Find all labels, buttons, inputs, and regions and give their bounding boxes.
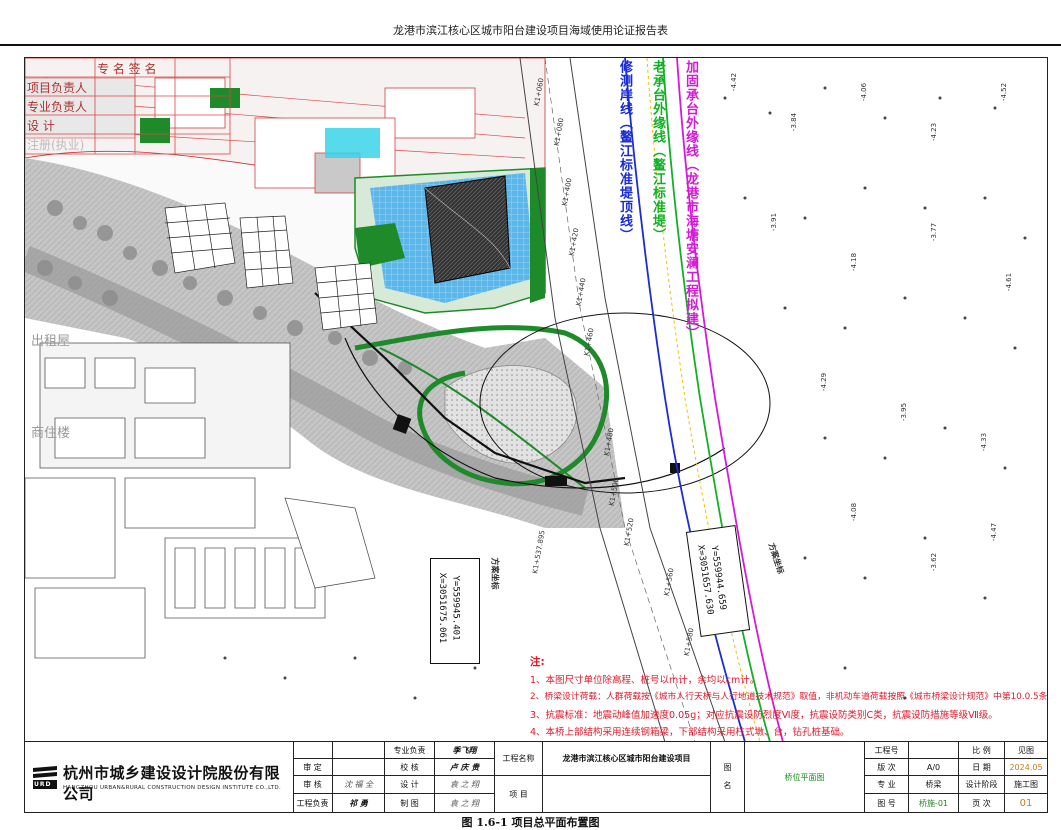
waterfront-park bbox=[354, 167, 546, 314]
figure-caption: 图 1.6-1 项目总平面布置图 bbox=[461, 816, 600, 829]
logo-text: URD bbox=[34, 781, 52, 788]
sig-cell: 季飞翔 bbox=[435, 742, 495, 759]
note-line: 1、本图尺寸单位除高程、桩号以m计，余均以cm计。 bbox=[530, 674, 760, 686]
stamp-row-discipline-lead: 专业负责人 bbox=[27, 100, 88, 114]
sig-cell bbox=[333, 759, 385, 776]
meta-value-job bbox=[909, 742, 959, 759]
sig-cell bbox=[333, 742, 385, 759]
tb-blank bbox=[293, 742, 333, 759]
coordinate-box-left: X=3051675.061 Y=559945.401 bbox=[430, 558, 480, 664]
meta2-value-page: 01 bbox=[1019, 797, 1033, 809]
item-value bbox=[543, 776, 711, 812]
elevation-label: -3.84 bbox=[790, 112, 799, 132]
figure-name: 桥位平面图 bbox=[745, 742, 865, 812]
meta2-value-stage: 施工图 bbox=[1005, 776, 1047, 794]
elevation-label: -4.08 bbox=[850, 502, 859, 522]
meta-label-drawing-no: 图 号 bbox=[865, 794, 909, 812]
meta2-value-scale: 见图 bbox=[1005, 742, 1047, 759]
meta-value-drawing-no: 桥施-01 bbox=[909, 794, 959, 812]
elevation-label: -4.52 bbox=[1000, 82, 1009, 102]
stamp-row-project-lead: 项目负责人 bbox=[27, 81, 88, 95]
role-chief: 工程负责 bbox=[293, 794, 333, 812]
company-name-en: HANGZHOU URBAN&RURAL CONSTRUCTION DESIGN… bbox=[63, 785, 282, 791]
coord-left-x: X=3051675.061 bbox=[437, 572, 448, 644]
stamp-row-head: 专 名 签 名 bbox=[97, 62, 157, 76]
green-shoreline-label: 老承台外缘线（鳌江标准堤） bbox=[650, 60, 665, 242]
note-line: 3、抗震标准：地震动峰值加速度0.05g；对应抗震设防烈度Ⅵ度，抗震设防类别C类… bbox=[530, 709, 998, 721]
meta2-label-page: 页 次 bbox=[959, 794, 1005, 812]
note-line: 4、本桥上部结构采用连续钢箱梁，下部结构采用柱式墩、台，钻孔桩基础。 bbox=[530, 727, 850, 738]
block-label-b: 商住楼 bbox=[31, 426, 71, 441]
elevation-label: -4.61 bbox=[1005, 272, 1014, 292]
elevation-label: -3.91 bbox=[770, 212, 779, 232]
company-logo-area: URD 杭州市城乡建设设计院股份有限公司 HANGZHOU URBAN&RURA… bbox=[25, 742, 294, 812]
role-discipline-lead: 专业负责 bbox=[385, 742, 435, 759]
header-rule bbox=[0, 44, 1061, 46]
meta2-label-stage: 设计阶段 bbox=[959, 776, 1005, 794]
company-name: 杭州市城乡建设设计院股份有限公司 bbox=[63, 764, 281, 803]
elevation-label: -4.33 bbox=[980, 432, 989, 452]
role-approve: 审 定 bbox=[293, 759, 333, 776]
elevation-label: -3.95 bbox=[900, 402, 909, 422]
blue-shoreline-label: 修测岸线（鳌江标准堤顶线） bbox=[617, 60, 632, 242]
title-block: URD 杭州市城乡建设设计院股份有限公司 HANGZHOU URBAN&RURA… bbox=[24, 741, 1048, 813]
meta-label-job: 工程号 bbox=[865, 742, 909, 759]
elevation-label: -4.29 bbox=[820, 372, 829, 392]
meta-value-version: A/0 bbox=[909, 759, 959, 776]
notes-heading: 注: bbox=[530, 656, 545, 668]
note-line: 2、桥梁设计荷载：人群荷载按《城市人行天桥与人行地道技术规范》取值，非机动车道荷… bbox=[530, 692, 1048, 702]
elevation-label: -3.62 bbox=[930, 552, 939, 572]
meta2-value-date: 2024.05 bbox=[1005, 759, 1047, 776]
block-label-a: 出租屋 bbox=[31, 334, 71, 349]
sig-cell: 祁 勇 bbox=[333, 794, 385, 812]
project-name: 龙港市滨江核心区城市阳台建设项目 bbox=[543, 742, 711, 776]
coord-left-y: Y=559945.401 bbox=[450, 575, 461, 641]
sig-cell: 卢 庆 贵 bbox=[435, 759, 495, 776]
item-label: 项 目 bbox=[495, 776, 543, 812]
meta-value-discipline: 桥梁 bbox=[909, 776, 959, 794]
meta2-label-date: 日 期 bbox=[959, 759, 1005, 776]
document-title: 龙港市滨江核心区城市阳台建设项目海域使用论证报告表 bbox=[393, 24, 668, 37]
elevation-label: -4.06 bbox=[860, 82, 869, 102]
role-draft: 制 图 bbox=[385, 794, 435, 812]
coord-left-tag: 方案坐标 bbox=[490, 557, 500, 590]
site-plan-drawing: 专 名 签 名 项目负责人 专业负责人 设 计 注册(执业) 出租屋 商住楼 修… bbox=[24, 57, 1048, 743]
elevation-label: -4.18 bbox=[850, 252, 859, 272]
document-header: 龙港市滨江核心区城市阳台建设项目海域使用论证报告表 bbox=[0, 0, 1061, 46]
shoreline-lines bbox=[624, 58, 784, 742]
signature-stamp: 专 名 签 名 项目负责人 专业负责人 设 计 注册(执业) bbox=[25, 58, 230, 154]
stamp-row-registered: 注册(执业) bbox=[27, 138, 85, 152]
elevation-label: -3.77 bbox=[930, 222, 939, 242]
sig-cell: 沈 福 全 bbox=[333, 776, 385, 794]
meta-label-version: 版 次 bbox=[865, 759, 909, 776]
elevation-label: -4.23 bbox=[930, 122, 939, 142]
figure-label: 图 名 bbox=[711, 742, 745, 812]
sig-cell: 袁 之 翔 bbox=[435, 776, 495, 794]
elevation-label: -4.47 bbox=[990, 522, 999, 542]
role-check: 校 核 bbox=[385, 759, 435, 776]
role-design: 设 计 bbox=[385, 776, 435, 794]
role-review: 审 核 bbox=[293, 776, 333, 794]
project-label: 工程名称 bbox=[495, 742, 543, 776]
stamp-row-design: 设 计 bbox=[27, 119, 55, 133]
sig-cell: 袁 之 翔 bbox=[435, 794, 495, 812]
meta2-label-scale: 比 例 bbox=[959, 742, 1005, 759]
site-plan-svg bbox=[25, 58, 1027, 742]
design-notes: 注: 1、本图尺寸单位除高程、桩号以m计，余均以cm计。 2、桥梁设计荷载：人群… bbox=[530, 654, 1048, 742]
meta-label-discipline: 专 业 bbox=[865, 776, 909, 794]
magenta-shoreline-label: 加固承台外缘线（龙港市海塘安澜工程拟建） bbox=[683, 60, 698, 340]
elevation-label: -4.42 bbox=[730, 72, 739, 92]
